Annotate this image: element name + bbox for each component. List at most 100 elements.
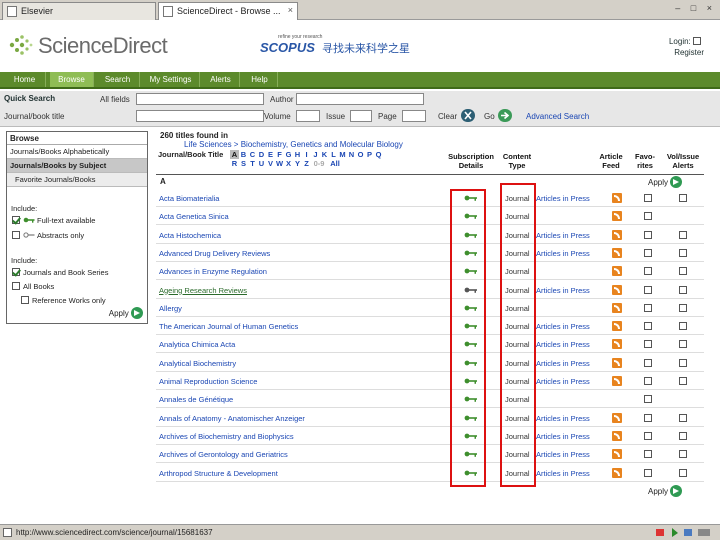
rss-feed-icon[interactable] — [612, 412, 622, 423]
letter-b[interactable]: B — [239, 150, 248, 159]
letter-z[interactable]: Z — [302, 159, 311, 168]
journal-title-link[interactable]: Analytica Chimica Acta — [159, 340, 235, 349]
favorite-checkbox[interactable] — [644, 267, 652, 276]
full-text-checkbox[interactable] — [12, 216, 20, 224]
letter-k[interactable]: K — [320, 150, 329, 159]
letter-0-9[interactable]: 0-9 — [311, 159, 327, 168]
letter-q[interactable]: Q — [374, 150, 383, 159]
articles-in-press-link[interactable]: Articles in Press — [536, 194, 590, 203]
letter-w[interactable]: W — [275, 159, 284, 168]
full-text-option[interactable]: Full-text available — [12, 216, 95, 225]
letter-x[interactable]: X — [284, 159, 293, 168]
articles-in-press-link[interactable]: Articles in Press — [536, 414, 590, 423]
close-tab-icon[interactable]: × — [288, 5, 293, 15]
subject-breadcrumb[interactable]: Life Sciences > Biochemistry, Genetics a… — [184, 140, 403, 149]
journals-series-option[interactable]: Journals and Book Series — [12, 268, 108, 277]
sidebar-item-alphabetical[interactable]: Journals/Books Alphabetically — [7, 145, 147, 159]
favorite-checkbox[interactable] — [644, 450, 652, 459]
letter-v[interactable]: V — [266, 159, 275, 168]
journal-title-link[interactable]: Allergy — [159, 304, 182, 313]
rss-feed-icon[interactable] — [612, 284, 622, 295]
alert-checkbox[interactable] — [679, 248, 687, 257]
favorite-checkbox[interactable] — [644, 468, 652, 477]
letter-m[interactable]: M — [338, 150, 347, 159]
letter-y[interactable]: Y — [293, 159, 302, 168]
sidebar-item-favorites[interactable]: Favorite Journals/Books — [7, 173, 147, 187]
browser-tab-sciencedirect[interactable]: ScienceDirect - Browse ... × — [158, 2, 298, 20]
window-controls[interactable]: – □ × — [675, 3, 716, 13]
letter-n[interactable]: N — [347, 150, 356, 159]
favorite-checkbox[interactable] — [644, 194, 652, 202]
ref-works-option[interactable]: Reference Works only — [21, 296, 106, 305]
journal-title-link[interactable]: Acta Genetica Sinica — [159, 212, 229, 221]
journals-series-checkbox[interactable] — [12, 268, 20, 276]
sciencedirect-logo[interactable]: ScienceDirect — [8, 31, 198, 61]
nav-search[interactable]: Search — [96, 72, 140, 87]
clear-button[interactable] — [461, 109, 475, 122]
journal-title-link[interactable]: Archives of Gerontology and Geriatrics — [159, 450, 288, 459]
letter-r[interactable]: R — [230, 159, 239, 168]
issue-input[interactable] — [350, 110, 372, 122]
articles-in-press-link[interactable]: Articles in Press — [536, 432, 590, 441]
go-button[interactable] — [498, 109, 512, 122]
articles-in-press-link[interactable]: Articles in Press — [536, 469, 590, 478]
alert-checkbox[interactable] — [679, 267, 687, 276]
alert-checkbox[interactable] — [679, 468, 687, 477]
letter-a[interactable]: A — [230, 150, 239, 159]
journal-title-link[interactable]: Archives of Biochemistry and Biophysics — [159, 432, 294, 441]
alert-checkbox[interactable] — [679, 413, 687, 422]
alert-checkbox[interactable] — [679, 340, 687, 349]
articles-in-press-link[interactable]: Articles in Press — [536, 286, 590, 295]
alert-checkbox[interactable] — [679, 303, 687, 312]
journal-title-link[interactable]: Advanced Drug Delivery Reviews — [159, 249, 270, 258]
letter-h[interactable]: H — [293, 150, 302, 159]
apply-top-button[interactable]: Apply — [648, 176, 683, 188]
nav-alerts[interactable]: Alerts — [202, 72, 240, 87]
rss-feed-icon[interactable] — [612, 266, 622, 277]
alert-checkbox[interactable] — [679, 377, 687, 385]
alert-checkbox[interactable] — [679, 358, 687, 367]
favorite-checkbox[interactable] — [644, 230, 652, 239]
favorite-checkbox[interactable] — [644, 285, 652, 294]
abstracts-option[interactable]: Abstracts only — [12, 231, 84, 240]
nav-help[interactable]: Help — [242, 72, 278, 87]
letter-o[interactable]: O — [356, 150, 365, 159]
rss-feed-icon[interactable] — [612, 302, 622, 313]
rss-feed-icon[interactable] — [612, 321, 622, 332]
apply-bottom-button[interactable]: Apply — [648, 485, 683, 497]
alert-checkbox[interactable] — [679, 431, 687, 440]
journal-title-link[interactable]: Animal Reproduction Science — [159, 377, 257, 386]
articles-in-press-link[interactable]: Articles in Press — [536, 377, 590, 386]
volume-input[interactable] — [296, 110, 320, 122]
articles-in-press-link[interactable]: Articles in Press — [536, 359, 590, 368]
nav-browse[interactable]: Browse — [50, 72, 94, 87]
letter-f[interactable]: F — [275, 150, 284, 159]
journal-title-link[interactable]: Annals of Anatomy - Anatomischer Anzeige… — [159, 414, 305, 423]
all-books-option[interactable]: All Books — [12, 282, 54, 291]
articles-in-press-link[interactable]: Articles in Press — [536, 450, 590, 459]
register-link[interactable]: Register — [669, 47, 704, 58]
nav-home[interactable]: Home — [4, 72, 46, 87]
alert-checkbox[interactable] — [679, 230, 687, 239]
letter-p[interactable]: P — [365, 150, 374, 159]
favorite-checkbox[interactable] — [644, 303, 652, 312]
all-fields-input[interactable] — [136, 93, 264, 105]
journal-title-link[interactable]: Advances in Enzyme Regulation — [159, 267, 267, 276]
letter-d[interactable]: D — [257, 150, 266, 159]
favorite-checkbox[interactable] — [644, 248, 652, 257]
alert-checkbox[interactable] — [679, 322, 687, 331]
nav-my-settings[interactable]: My Settings — [142, 72, 200, 87]
articles-in-press-link[interactable]: Articles in Press — [536, 340, 590, 349]
journal-title-link[interactable]: Annales de Génétique — [159, 395, 233, 404]
rss-feed-icon[interactable] — [612, 193, 622, 203]
rss-feed-icon[interactable] — [612, 376, 622, 386]
letter-l[interactable]: L — [329, 150, 338, 159]
favorite-checkbox[interactable] — [644, 322, 652, 331]
journal-title-link[interactable]: Analytical Biochemistry — [159, 359, 236, 368]
browser-tab-elsevier[interactable]: Elsevier — [2, 2, 156, 20]
rss-feed-icon[interactable] — [612, 430, 622, 441]
letter-c[interactable]: C — [248, 150, 257, 159]
favorite-checkbox[interactable] — [644, 377, 652, 385]
rss-feed-icon[interactable] — [612, 467, 622, 478]
rss-feed-icon[interactable] — [612, 449, 622, 460]
